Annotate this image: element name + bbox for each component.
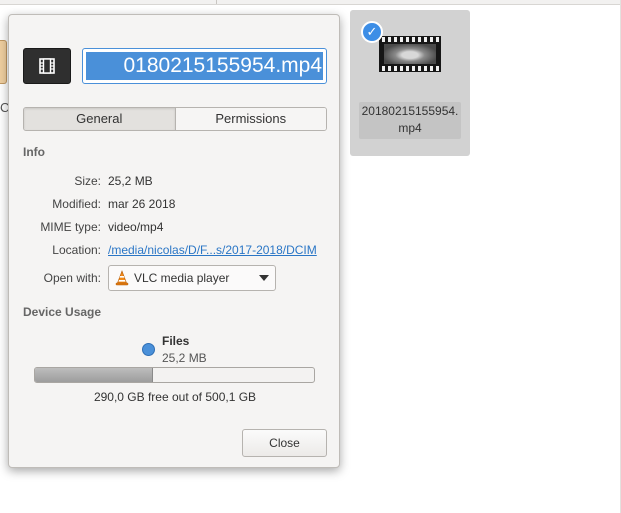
screen: C ✓ 20180215155954.mp4 0180215155954.mp4… — [0, 0, 621, 513]
background-button-partial — [0, 40, 7, 84]
background-toolbar — [0, 0, 621, 5]
files-legend-name: Files — [162, 334, 190, 348]
film-perforation-top — [379, 37, 441, 42]
tab-permissions[interactable]: Permissions — [174, 108, 326, 130]
film-icon — [39, 58, 55, 74]
properties-dialog: 0180215155954.mp4 General Permissions In… — [8, 14, 340, 468]
open-with-combo[interactable]: VLC media player — [108, 265, 276, 291]
mime-type-value: video/mp4 — [108, 220, 164, 234]
modified-label: Modified: — [52, 197, 101, 211]
file-name-label: 20180215155954.mp4 — [359, 102, 461, 139]
location-label: Location: — [52, 243, 101, 257]
filename-input-value: 0180215155954.mp4 — [123, 54, 322, 77]
close-button[interactable]: Close — [242, 429, 327, 457]
device-usage-section-title: Device Usage — [23, 305, 102, 319]
film-perforation-bottom — [379, 66, 441, 71]
toolbar-separator — [216, 0, 217, 4]
files-legend-size: 25,2 MB — [162, 351, 207, 365]
chevron-down-icon — [259, 275, 269, 281]
info-section-title: Info — [23, 145, 45, 159]
file-type-button[interactable] — [23, 48, 71, 84]
mime-type-label: MIME type: — [40, 220, 101, 234]
selected-check-icon: ✓ — [361, 21, 383, 43]
selected-file-item[interactable]: ✓ 20180215155954.mp4 — [350, 10, 470, 156]
size-value: 25,2 MB — [108, 174, 153, 188]
filename-input[interactable]: 0180215155954.mp4 — [82, 48, 327, 84]
open-with-value: VLC media player — [134, 271, 230, 285]
open-with-label: Open with: — [43, 271, 101, 285]
video-thumbnail-icon — [379, 36, 441, 72]
files-legend-dot — [142, 343, 155, 356]
modified-value: mar 26 2018 — [108, 197, 176, 211]
video-frame — [384, 44, 436, 64]
location-link[interactable]: /media/nicolas/D/F...s/2017-2018/DCIM — [108, 243, 317, 257]
device-usage-bar-fill — [35, 368, 154, 382]
tab-general[interactable]: General — [24, 108, 175, 130]
device-usage-bar — [34, 367, 315, 383]
dialog-tabs: General Permissions — [23, 107, 327, 131]
size-label: Size: — [74, 174, 101, 188]
vlc-cone-icon — [115, 270, 129, 286]
free-space-text: 290,0 GB free out of 500,1 GB — [93, 390, 257, 404]
